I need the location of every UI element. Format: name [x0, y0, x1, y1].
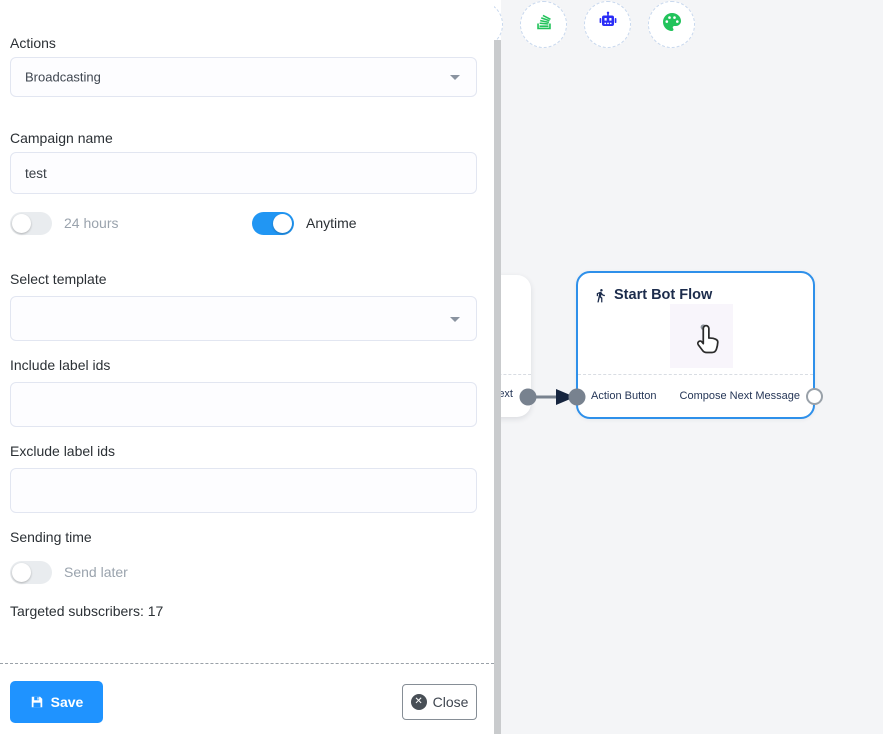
chevron-down-icon — [450, 75, 460, 80]
node-title: Start Bot Flow — [614, 287, 712, 303]
toggle-24-hours-label: 24 hours — [64, 212, 118, 235]
actions-select-value: Broadcasting — [25, 70, 101, 85]
save-floppy-icon — [30, 695, 44, 709]
targeted-subscribers-text: Targeted subscribers: 17 — [10, 603, 163, 619]
save-button-label: Save — [51, 694, 84, 710]
palette-icon — [660, 10, 684, 39]
walking-person-icon — [593, 288, 608, 303]
campaign-name-label: Campaign name — [10, 130, 113, 146]
toggle-anytime[interactable] — [252, 212, 294, 235]
close-button-label: Close — [433, 694, 469, 710]
chevron-down-icon — [450, 317, 460, 322]
panel-scrollbar[interactable] — [494, 40, 501, 734]
node-footer: Action Button Compose Next Message — [578, 374, 813, 417]
footer-divider — [0, 663, 494, 664]
include-label-ids-label: Include label ids — [10, 357, 110, 373]
include-label-ids-input[interactable] — [10, 382, 477, 427]
hand-cursor-icon — [691, 322, 723, 360]
robot-icon — [596, 10, 620, 39]
close-circle-icon: ✕ — [411, 694, 427, 710]
sending-time-label: Sending time — [10, 529, 92, 545]
node-footer-action-button-label: Action Button — [591, 390, 656, 402]
select-template-label: Select template — [10, 271, 107, 287]
save-button[interactable]: Save — [10, 681, 103, 723]
node-body-drop-zone[interactable] — [670, 304, 733, 368]
toggle-send-later[interactable] — [10, 561, 52, 584]
select-template-select[interactable] — [10, 296, 477, 341]
close-button[interactable]: ✕ Close — [402, 684, 477, 720]
node-footer-compose-next-label: Compose Next Message — [680, 390, 800, 402]
actions-select[interactable]: Broadcasting — [10, 57, 477, 97]
toggle-send-later-label: Send later — [64, 561, 128, 584]
actions-label: Actions — [10, 35, 56, 51]
toolbar-button-stack[interactable] — [520, 1, 567, 48]
toggle-anytime-label: Anytime — [306, 212, 357, 235]
start-bot-flow-node[interactable]: Start Bot Flow Action Button Compose Nex… — [576, 271, 815, 419]
node-output-port[interactable] — [806, 388, 823, 405]
campaign-form-panel: Actions Broadcasting Campaign name 24 ho… — [0, 0, 494, 734]
toggle-24-hours[interactable] — [10, 212, 52, 235]
broadcast-campaign-screen: lext Start Bot Flow — [0, 0, 883, 734]
stack-icon — [533, 11, 555, 38]
exclude-label-ids-input[interactable] — [10, 468, 477, 513]
toolbar-button-theme[interactable] — [648, 1, 695, 48]
toolbar-button-bot[interactable] — [584, 1, 631, 48]
connector-edge[interactable] — [514, 383, 590, 411]
node-header: Start Bot Flow — [593, 287, 712, 303]
campaign-name-input[interactable] — [10, 152, 477, 194]
exclude-label-ids-label: Exclude label ids — [10, 443, 115, 459]
